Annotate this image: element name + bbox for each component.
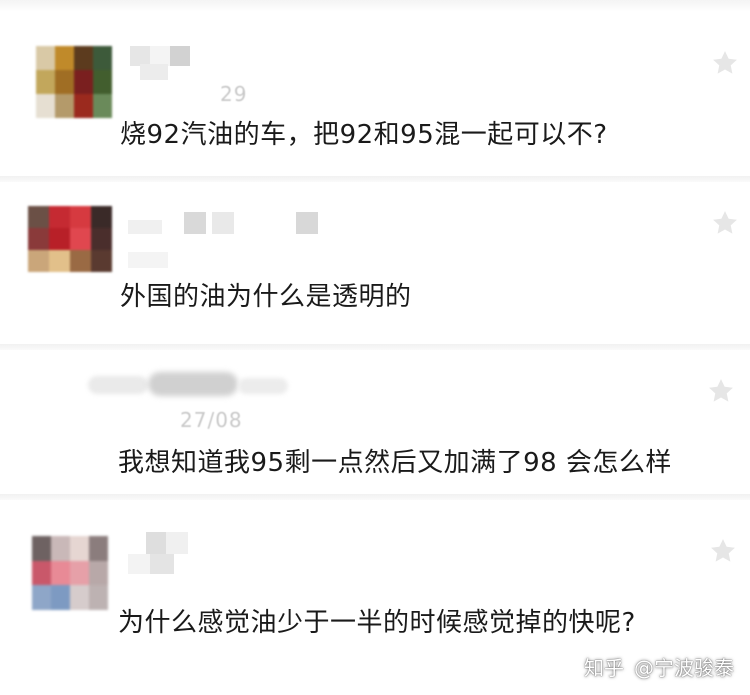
- avatar-pixel: [51, 585, 70, 610]
- avatar[interactable]: [28, 206, 112, 272]
- avatar-pixel: [70, 206, 91, 228]
- comment-text: 外国的油为什么是透明的: [120, 282, 412, 312]
- username-blurred: [128, 532, 198, 574]
- avatar-pixel: [91, 206, 112, 228]
- avatar-pixel: [70, 250, 91, 272]
- username-blurred: [130, 46, 190, 80]
- avatar-pixel: [91, 228, 112, 250]
- divider: [0, 494, 750, 500]
- avatar-pixel: [55, 70, 74, 94]
- avatar-pixel: [36, 70, 55, 94]
- username-blurred: [88, 372, 298, 398]
- comment-feed: 29 烧92汽油的车，把92和95混一起可以不? 外国的油为什么是透明的 27/…: [0, 0, 750, 695]
- avatar-pixel: [55, 46, 74, 70]
- comment-text: 我想知道我95剩一点然后又加满了98 会怎么样: [118, 448, 672, 478]
- top-divider: [0, 0, 750, 12]
- divider: [0, 176, 750, 182]
- avatar-pixel: [36, 46, 55, 70]
- avatar-pixel: [32, 585, 51, 610]
- avatar-pixel: [32, 560, 51, 586]
- avatar-pixel: [74, 46, 93, 70]
- comment-item: 外国的油为什么是透明的: [0, 186, 750, 346]
- timestamp: 29: [220, 82, 248, 106]
- avatar-pixel: [70, 560, 89, 586]
- avatar[interactable]: [36, 46, 112, 118]
- avatar-pixel: [55, 94, 74, 118]
- avatar-pixel: [70, 228, 91, 250]
- avatar-pixel: [49, 228, 70, 250]
- timestamp: 27/08: [180, 408, 243, 432]
- avatar-pixel: [70, 536, 89, 561]
- avatar-pixel: [49, 206, 70, 228]
- avatar-pixel: [89, 536, 108, 561]
- comment-item: 29 烧92汽油的车，把92和95混一起可以不?: [0, 30, 750, 180]
- avatar-pixel: [28, 250, 49, 272]
- avatar-pixel: [32, 536, 51, 561]
- comment-item: 27/08 我想知道我95剩一点然后又加满了98 会怎么样: [0, 352, 750, 494]
- avatar-pixel: [51, 560, 70, 586]
- avatar-pixel: [49, 250, 70, 272]
- avatar-pixel: [89, 560, 108, 586]
- star-icon[interactable]: [710, 208, 740, 238]
- avatar-pixel: [51, 536, 70, 561]
- watermark-platform: 知乎: [584, 656, 624, 680]
- divider: [0, 344, 750, 350]
- watermark-author: @宁波骏泰: [634, 656, 734, 680]
- comment-text: 烧92汽油的车，把92和95混一起可以不?: [120, 120, 608, 150]
- avatar-pixel: [70, 585, 89, 610]
- username-blurred: [128, 212, 328, 268]
- star-icon[interactable]: [710, 48, 740, 78]
- avatar-pixel: [93, 46, 112, 70]
- avatar-pixel: [28, 206, 49, 228]
- avatar-pixel: [91, 250, 112, 272]
- star-icon[interactable]: [706, 376, 736, 406]
- avatar-pixel: [28, 228, 49, 250]
- avatar-pixel: [89, 585, 108, 610]
- avatar-pixel: [36, 94, 55, 118]
- watermark: 知乎 @宁波骏泰: [584, 652, 734, 681]
- star-icon[interactable]: [708, 536, 738, 566]
- avatar-pixel: [93, 70, 112, 94]
- comment-text: 为什么感觉油少于一半的时候感觉掉的快呢?: [118, 608, 636, 638]
- avatar-pixel: [74, 94, 93, 118]
- avatar[interactable]: [32, 536, 108, 610]
- avatar-pixel: [74, 70, 93, 94]
- avatar-pixel: [93, 94, 112, 118]
